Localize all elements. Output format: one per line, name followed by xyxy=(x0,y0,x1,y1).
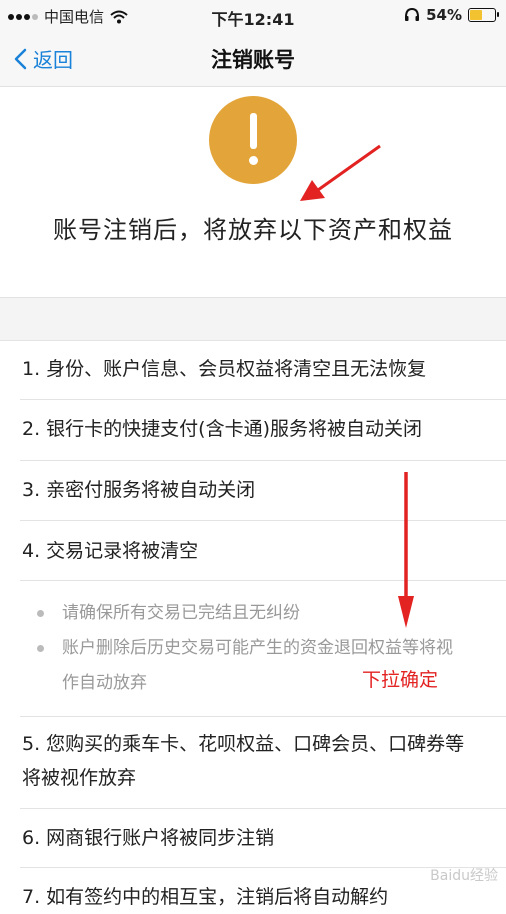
watermark: Baidu经验 xyxy=(430,868,498,884)
annotation-label: 下拉确定 xyxy=(362,669,439,691)
annotation-arrows xyxy=(300,144,414,628)
arrow-to-headline xyxy=(300,144,381,201)
arrow-down xyxy=(398,472,414,628)
